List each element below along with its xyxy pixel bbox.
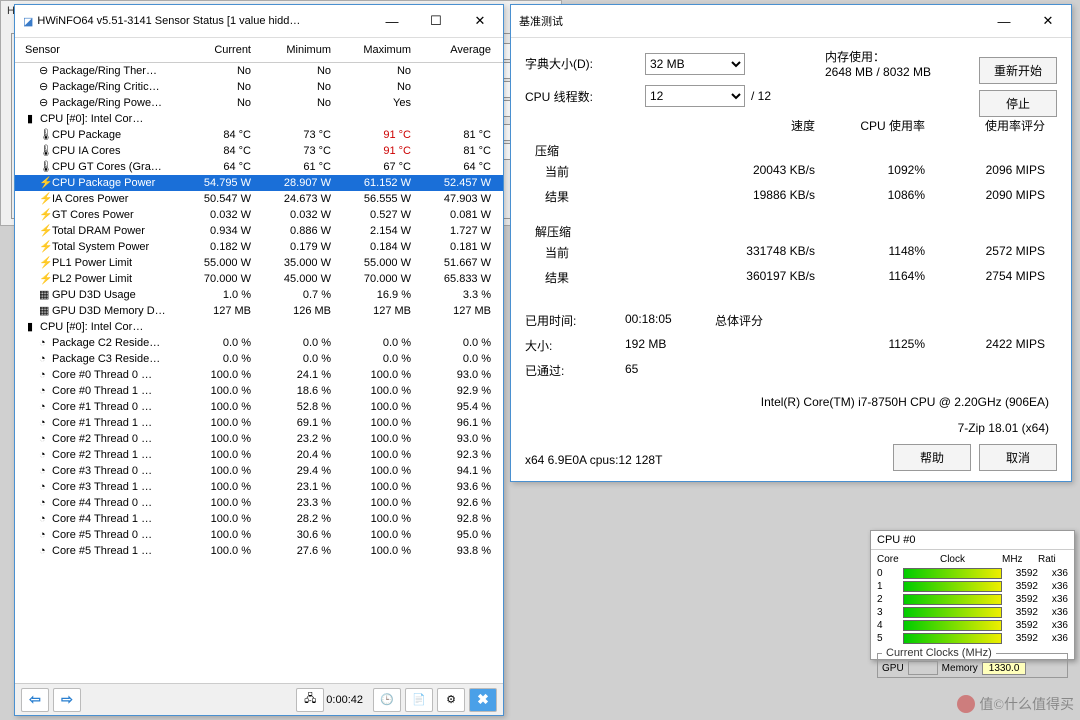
- cpu-clock-tooltip: CPU #0 CoreClockMHzRati 03592x36 13592x36…: [870, 530, 1075, 660]
- sz-minimize-button[interactable]: —: [989, 11, 1019, 31]
- sensor-row[interactable]: ⚡CPU Package Power54.795 W28.907 W61.152…: [15, 175, 503, 191]
- sevenzip-version: 7-Zip 18.01 (x64): [525, 421, 1057, 435]
- col-maximum[interactable]: Maximum: [337, 44, 417, 56]
- sensor-row[interactable]: ◔Core #5 Thread 0 …100.0 %30.6 %100.0 %9…: [15, 527, 503, 543]
- compress-section: 压缩: [525, 142, 1057, 159]
- core-row: 23592x36: [877, 594, 1068, 605]
- dict-label: 字典大小(D):: [525, 55, 645, 72]
- core-row: 43592x36: [877, 620, 1068, 631]
- sensor-row[interactable]: ◔Package C2 Reside…0.0 %0.0 %0.0 %0.0 %: [15, 335, 503, 351]
- sensor-row[interactable]: ◔Core #2 Thread 0 …100.0 %23.2 %100.0 %9…: [15, 431, 503, 447]
- hwinfo-toolbar: ⇦ ⇨ 🖧 0:00:42 🕒 📄 ⚙ ✖: [15, 683, 503, 715]
- core-row: 53592x36: [877, 633, 1068, 644]
- sevenzip-titlebar[interactable]: 基准测试 — ✕: [511, 5, 1071, 38]
- mem-label: 内存使用：: [825, 50, 885, 64]
- mem-clock: 1330.0: [982, 662, 1027, 675]
- nav-fwd-button[interactable]: ⇨: [53, 688, 81, 712]
- sensor-row[interactable]: ◔Core #1 Thread 1 …100.0 %69.1 %100.0 %9…: [15, 415, 503, 431]
- passed-row: 已通过:65: [525, 358, 1057, 383]
- nav-back-button[interactable]: ⇦: [21, 688, 49, 712]
- settings-button[interactable]: ⚙: [437, 688, 465, 712]
- sensor-section[interactable]: ▮CPU [#0]: Intel Cor…: [15, 111, 503, 127]
- gpu-clock: [908, 661, 938, 675]
- summary-row: 已用时间:00:18:05 总体评分: [525, 308, 1057, 333]
- cpu-info: Intel(R) Core(TM) i7-8750H CPU @ 2.20GHz…: [525, 395, 1057, 409]
- current-clocks-fieldset: Current Clocks (MHz) GPU Memory 1330.0: [877, 647, 1068, 678]
- hwinfo-title: HWiNFO64 v5.51-3141 Sensor Status [1 val…: [37, 15, 377, 27]
- sensor-row[interactable]: ▦GPU D3D Usage1.0 %0.7 %16.9 %3.3 %: [15, 287, 503, 303]
- cputool-title[interactable]: CPU #0: [871, 531, 1074, 550]
- threads-select[interactable]: 12: [645, 85, 745, 107]
- col-average[interactable]: Average: [417, 44, 497, 56]
- sensor-row[interactable]: ⊖Package/Ring Ther…NoNoNo: [15, 63, 503, 79]
- sensor-row[interactable]: ◔Core #4 Thread 1 …100.0 %28.2 %100.0 %9…: [15, 511, 503, 527]
- sensor-row[interactable]: ⊖Package/Ring Critic…NoNoNo: [15, 79, 503, 95]
- sensor-row[interactable]: ▦GPU D3D Memory D…127 MB126 MB127 MB127 …: [15, 303, 503, 319]
- core-row: 13592x36: [877, 581, 1068, 592]
- gpu-label: GPU: [882, 663, 904, 674]
- sensor-row[interactable]: ◔Core #4 Thread 0 …100.0 %23.3 %100.0 %9…: [15, 495, 503, 511]
- sensor-row[interactable]: ⚡GT Cores Power0.032 W0.032 W0.527 W0.08…: [15, 207, 503, 223]
- sensor-row[interactable]: 🌡CPU IA Cores84 °C73 °C91 °C81 °C: [15, 143, 503, 159]
- restart-button[interactable]: 重新开始: [979, 57, 1057, 84]
- sensor-row[interactable]: ⚡IA Cores Power50.547 W24.673 W56.555 W4…: [15, 191, 503, 207]
- hwinfo-titlebar[interactable]: ◪ HWiNFO64 v5.51-3141 Sensor Status [1 v…: [15, 5, 503, 38]
- mem-label: Memory: [942, 663, 978, 674]
- compress-current-row: 当前20043 KB/s1092%2096 MIPS22885 MIPS: [525, 159, 1057, 184]
- sensor-row[interactable]: ◔Core #2 Thread 1 …100.0 %20.4 %100.0 %9…: [15, 447, 503, 463]
- sz-close-button[interactable]: ✕: [1033, 11, 1063, 31]
- core-row: 33592x36: [877, 607, 1068, 618]
- app-icon: ◪: [23, 15, 33, 28]
- hwinfo-window: ◪ HWiNFO64 v5.51-3141 Sensor Status [1 v…: [14, 4, 504, 716]
- cputool-header: CoreClockMHzRati: [877, 554, 1068, 565]
- log-button[interactable]: 📄: [405, 688, 433, 712]
- sevenzip-window: 基准测试 — ✕ 字典大小(D): 32 MB 内存使用：2648 MB / 8…: [510, 4, 1072, 482]
- maximize-button[interactable]: ☐: [421, 11, 451, 31]
- dict-select[interactable]: 32 MB: [645, 53, 745, 75]
- stop-button[interactable]: 停止: [979, 90, 1057, 117]
- sensor-row[interactable]: ◔Core #3 Thread 0 …100.0 %29.4 %100.0 %9…: [15, 463, 503, 479]
- col-minimum[interactable]: Minimum: [257, 44, 337, 56]
- sensor-row[interactable]: ◔Package C3 Reside…0.0 %0.0 %0.0 %0.0 %: [15, 351, 503, 367]
- mem-value: 2648 MB / 8032 MB: [825, 65, 931, 79]
- sensor-row[interactable]: ⚡Total DRAM Power0.934 W0.886 W2.154 W1.…: [15, 223, 503, 239]
- clock-button[interactable]: 🕒: [373, 688, 401, 712]
- sensor-row[interactable]: ⊖Package/Ring Powe…NoNoYes: [15, 95, 503, 111]
- sensor-row[interactable]: ⚡Total System Power0.182 W0.179 W0.184 W…: [15, 239, 503, 255]
- sensor-row[interactable]: ◔Core #5 Thread 1 …100.0 %27.6 %100.0 %9…: [15, 543, 503, 559]
- threads-total: / 12: [745, 89, 825, 103]
- help-button[interactable]: 帮助: [893, 444, 971, 471]
- compress-result-row: 结果19886 KB/s1086%2090 MIPS22705 MIPS: [525, 184, 1057, 209]
- decompress-result-row: 结果360197 KB/s1164%2754 MIPS32056 MIPS: [525, 265, 1057, 290]
- col-sensor[interactable]: Sensor: [19, 44, 177, 56]
- col-current[interactable]: Current: [177, 44, 257, 56]
- sensor-rows[interactable]: ⊖Package/Ring Ther…NoNoNo⊖Package/Ring C…: [15, 63, 503, 695]
- sensor-row[interactable]: ◔Core #3 Thread 1 …100.0 %23.1 %100.0 %9…: [15, 479, 503, 495]
- sensor-row[interactable]: ◔Core #0 Thread 0 …100.0 %24.1 %100.0 %9…: [15, 367, 503, 383]
- core-row: 03592x36: [877, 568, 1068, 579]
- sensor-row[interactable]: ◔Core #0 Thread 1 …100.0 %18.6 %100.0 %9…: [15, 383, 503, 399]
- threads-label: CPU 线程数:: [525, 88, 645, 105]
- close-toolbar-button[interactable]: ✖: [469, 688, 497, 712]
- cancel-button[interactable]: 取消: [979, 444, 1057, 471]
- close-button[interactable]: ✕: [465, 11, 495, 31]
- sevenzip-title: 基准测试: [519, 13, 989, 29]
- minimize-button[interactable]: —: [377, 11, 407, 31]
- timer-label: 0:00:42: [326, 694, 363, 706]
- decompress-current-row: 当前331748 KB/s1148%2572 MIPS29524 MIPS: [525, 240, 1057, 265]
- sensor-row[interactable]: 🌡CPU GT Cores (Gra…64 °C61 °C67 °C64 °C: [15, 159, 503, 175]
- sensor-row[interactable]: ⚡PL2 Power Limit70.000 W45.000 W70.000 W…: [15, 271, 503, 287]
- watermark-icon: [957, 695, 975, 713]
- current-clocks-label: Current Clocks (MHz): [882, 647, 996, 659]
- decompress-section: 解压缩: [525, 223, 1057, 240]
- sensor-row[interactable]: ◔Core #1 Thread 0 …100.0 %52.8 %100.0 %9…: [15, 399, 503, 415]
- sensor-section[interactable]: ▮CPU [#0]: Intel Cor…: [15, 319, 503, 335]
- size-total-row: 大小:192 MB 1125%2422 MIPS27380 MIPS: [525, 333, 1057, 358]
- sensor-row[interactable]: 🌡CPU Package84 °C73 °C91 °C81 °C: [15, 127, 503, 143]
- sensor-table-header: Sensor Current Minimum Maximum Average: [15, 38, 503, 63]
- tree-button[interactable]: 🖧: [296, 688, 324, 712]
- watermark: 值©什么值得买: [957, 694, 1074, 714]
- sensor-row[interactable]: ⚡PL1 Power Limit55.000 W35.000 W55.000 W…: [15, 255, 503, 271]
- bench-header: 速度 CPU 使用率 使用率评分 评分: [525, 117, 1057, 134]
